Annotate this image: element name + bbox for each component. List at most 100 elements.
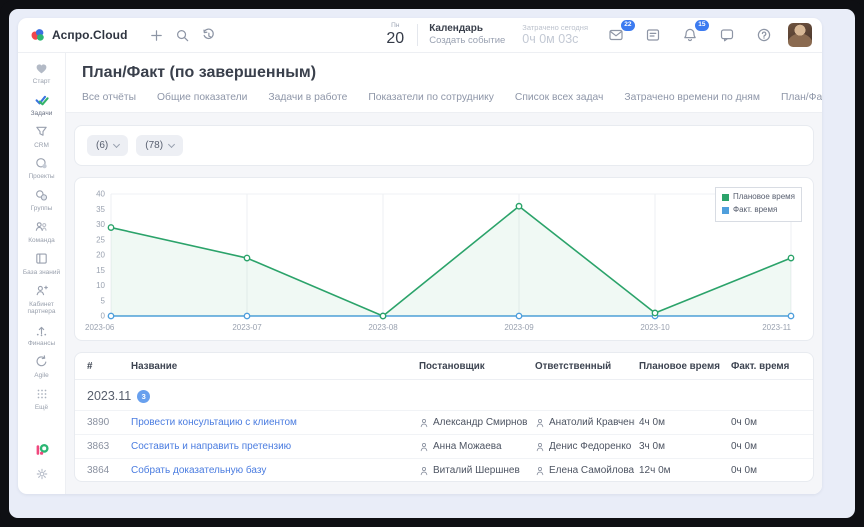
chart-card: Плановое время Факт. время 0510152025303… [74,177,814,341]
tab-1[interactable]: Общие показатели [157,90,247,112]
chat-button[interactable] [714,22,740,48]
sidebar-item-0[interactable]: Старт [19,60,65,86]
page-title: План/Факт (по завершенным) [66,53,822,90]
responsible-cell[interactable]: Анатолий Кравченко [535,417,635,428]
sidebar-item-10[interactable]: Ещё [19,386,65,412]
sidebar-item-1[interactable]: Задачи [19,92,65,118]
time-spent-label: Затрачено сегодня [522,23,588,32]
settings-button[interactable] [19,467,65,486]
task-name-link[interactable]: Составить и направить претензию [131,441,415,452]
sidebar-item-2[interactable]: CRM [19,124,65,150]
tab-6[interactable]: План/Факт (все задачи) [781,90,822,112]
calendar-title: Календарь [429,23,505,36]
sidebar-item-label: Группы [19,205,65,213]
creator-cell[interactable]: Виталий Шершнев [419,465,531,476]
svg-text:2023-07: 2023-07 [232,323,262,332]
help-icon [756,27,772,43]
sidebar-item-label: Ещё [19,404,65,412]
sidebar-item-3[interactable]: Проекты [19,155,65,181]
sidebar-item-label: Старт [19,78,65,86]
history-icon [201,28,216,43]
create-event-link[interactable]: Создать событие [429,35,505,47]
column-header: Плановое время [639,361,727,372]
legend-swatch [722,194,729,201]
more-icon [19,386,65,402]
create-button[interactable] [144,22,170,48]
calendar-shortcut[interactable]: Календарь Создать событие [429,23,505,47]
team-icon [19,219,65,235]
responsible-cell[interactable]: Елена Самойлова [535,465,635,476]
brand[interactable]: Аспро.Cloud [30,27,128,43]
tab-4[interactable]: Список всех задач [515,90,603,112]
legend-label: Факт. время [733,204,777,217]
tab-5[interactable]: Затрачено времени по дням [624,90,760,112]
plus-icon [149,28,164,43]
user-avatar[interactable] [788,23,812,47]
partner-icon [19,283,65,299]
svg-text:40: 40 [96,190,105,199]
chart-legend: Плановое время Факт. время [715,187,802,222]
gear-icon [35,468,49,485]
filter-chip-2[interactable]: (78) [136,135,183,156]
group-count-badge: 3 [137,390,150,403]
history-button[interactable] [196,22,222,48]
notes-button[interactable] [640,22,666,48]
search-button[interactable] [170,22,196,48]
column-header: Название [131,361,415,372]
sidebar-item-label: Финансы [19,340,65,348]
app-window: Аспро.Cloud Пн 20 Календарь Создать собы [18,18,822,494]
table-row: 3890 Провести консультацию с клиентом Ал… [75,410,813,434]
creator-cell[interactable]: Анна Можаева [419,441,531,452]
tab-0[interactable]: Все отчёты [82,90,136,112]
task-name-link[interactable]: Провести консультацию с клиентом [131,417,415,428]
chevron-down-icon [168,141,175,148]
legend-label: Плановое время [733,191,795,204]
agile-icon [19,354,65,370]
tasks-table-card: #НазваниеПостановщикОтветственныйПланово… [74,352,814,482]
plan-time-cell: 4ч 0м [639,417,727,428]
sidebar-item-8[interactable]: Финансы [19,322,65,348]
tab-3[interactable]: Показатели по сотруднику [368,90,494,112]
task-id: 3863 [87,441,127,452]
sidebar-item-7[interactable]: Кабинет партнера [19,283,65,317]
sidebar-item-label: Задачи [19,110,65,118]
sidebar-item-5[interactable]: Команда [19,219,65,245]
filter-chip-1-label: (6) [96,140,108,151]
mail-button[interactable]: 22 [603,22,629,48]
time-tracker[interactable]: Затрачено сегодня 0ч 0м 03с [522,23,588,47]
calendar-date[interactable]: Пн 20 [386,23,404,47]
partner-logo[interactable] [19,442,65,463]
svg-text:20: 20 [96,251,105,260]
fact-time-cell: 0ч 0м [731,417,801,428]
sidebar-item-9[interactable]: Agile [19,354,65,380]
notification-count-badge: 15 [694,19,710,32]
help-button[interactable] [751,22,777,48]
tab-2[interactable]: Задачи в работе [268,90,347,112]
svg-text:35: 35 [96,205,105,214]
task-name-link[interactable]: Собрать доказательную базу [131,465,415,476]
column-header: Факт. время [731,361,801,372]
tasks-icon [19,92,65,108]
svg-text:5: 5 [101,296,106,305]
responsible-cell[interactable]: Денис Федоренко [535,441,635,452]
screenshot-frame: Аспро.Cloud Пн 20 Календарь Создать собы [0,0,864,527]
table-header-row: #НазваниеПостановщикОтветственныйПланово… [75,353,813,380]
notifications-button[interactable]: 15 [677,22,703,48]
table-group-row[interactable]: 2023.11 3 [75,380,813,410]
plan-time-cell: 12ч 0м [639,465,727,476]
column-header: Постановщик [419,361,531,372]
plan-time-cell: 3ч 0м [639,441,727,452]
chevron-down-icon [113,141,120,148]
filter-chip-1[interactable]: (6) [87,135,128,156]
group-label: 2023.11 [87,389,131,403]
sidebar-item-6[interactable]: База знаний [19,251,65,277]
fact-time-cell: 0ч 0м [731,441,801,452]
aspro-logo-icon [30,27,46,43]
svg-text:15: 15 [96,266,105,275]
creator-cell[interactable]: Александр Смирнов [419,417,531,428]
sidebar-item-4[interactable]: Группы [19,187,65,213]
svg-text:10: 10 [96,281,105,290]
filter-chip-2-label: (78) [145,140,163,151]
svg-text:2023-11: 2023-11 [762,323,791,332]
svg-text:2023-06: 2023-06 [85,323,115,332]
